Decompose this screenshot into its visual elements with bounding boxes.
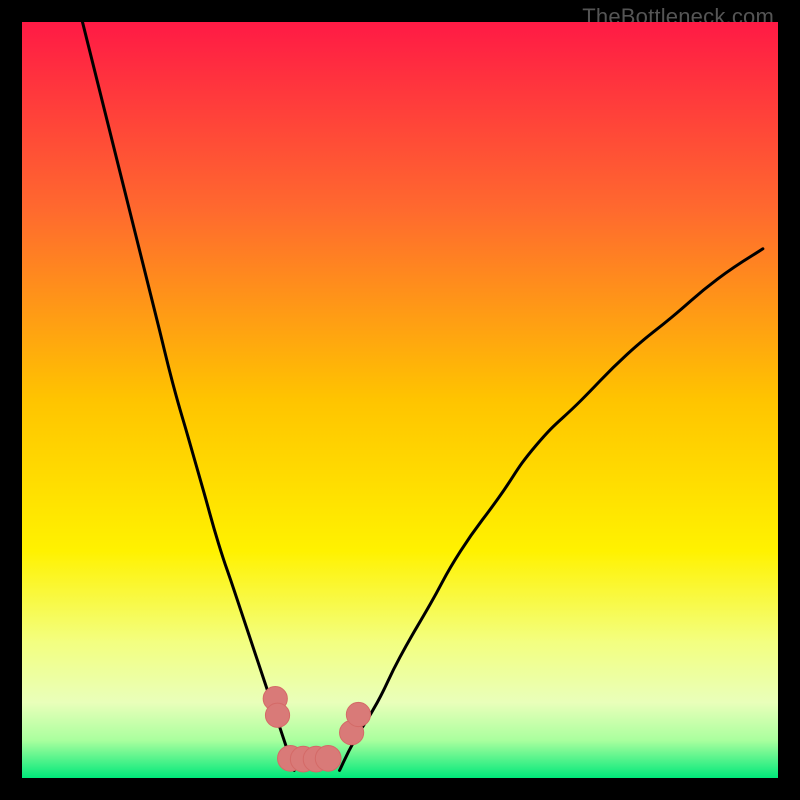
plot-area [22,22,778,778]
data-blob [346,702,370,726]
left-curve [82,22,294,770]
chart-frame [22,22,778,778]
curves-layer [22,22,778,778]
right-curve [340,249,763,771]
data-blob [265,703,289,727]
data-blob [315,745,341,771]
